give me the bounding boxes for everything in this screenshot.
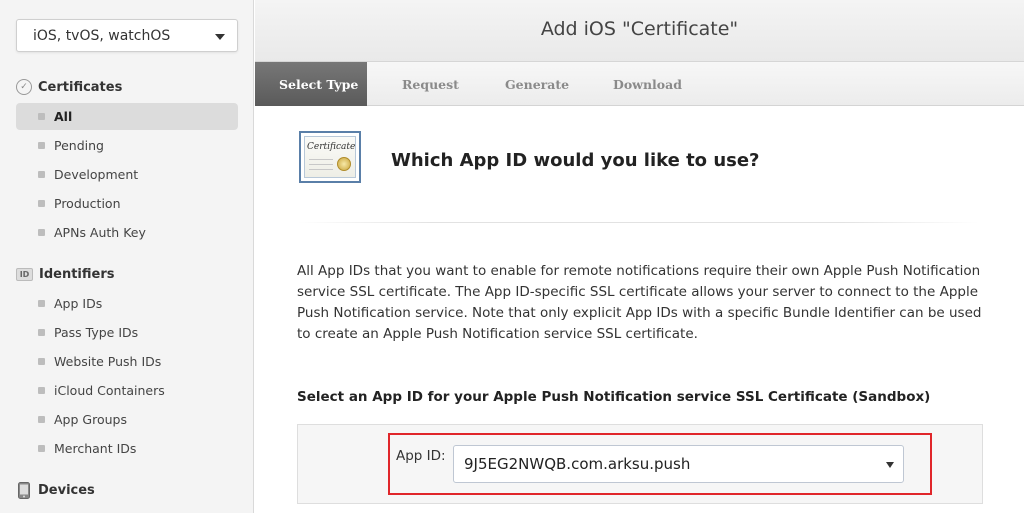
section-title: Certificates bbox=[38, 79, 123, 95]
sidebar-item-all[interactable]: All bbox=[16, 103, 238, 130]
bullet-icon bbox=[38, 445, 45, 452]
bullet-icon bbox=[38, 200, 45, 207]
device-icon bbox=[16, 481, 32, 499]
divider bbox=[297, 222, 979, 223]
platform-select-value: iOS, tvOS, watchOS bbox=[33, 28, 171, 44]
sidebar-item-website-push-ids[interactable]: Website Push IDs bbox=[16, 348, 238, 375]
sidebar-item-label: iCloud Containers bbox=[54, 383, 165, 398]
sidebar-item-merchant-ids[interactable]: Merchant IDs bbox=[16, 435, 238, 462]
sidebar-item-app-ids[interactable]: App IDs bbox=[16, 290, 238, 317]
bullet-icon bbox=[38, 387, 45, 394]
sidebar: iOS, tvOS, watchOS ✓ Certificates All Pe… bbox=[0, 0, 254, 513]
sidebar-item-label: All bbox=[54, 109, 73, 124]
title-bar: Add iOS "Certificate" bbox=[255, 0, 1024, 62]
app-id-select-value: 9J5EG2NWQB.com.arksu.push bbox=[464, 455, 691, 473]
bullet-icon bbox=[38, 142, 45, 149]
bullet-icon bbox=[38, 358, 45, 365]
sidebar-item-label: Pass Type IDs bbox=[54, 325, 139, 340]
app-id-label: App ID: bbox=[396, 448, 446, 464]
sidebar-item-app-groups[interactable]: App Groups bbox=[16, 406, 238, 433]
section-devices: Devices bbox=[16, 480, 95, 500]
certificate-icon: ✓ bbox=[16, 79, 32, 95]
app-id-select[interactable]: 9J5EG2NWQB.com.arksu.push bbox=[453, 445, 904, 483]
certificate-image-text: Certificate bbox=[307, 142, 356, 152]
page-title: Add iOS "Certificate" bbox=[540, 18, 739, 40]
sidebar-item-label: App Groups bbox=[54, 412, 127, 427]
sidebar-item-apns-auth-key[interactable]: APNs Auth Key bbox=[16, 219, 238, 246]
section-certificates: ✓ Certificates bbox=[16, 77, 122, 97]
page-heading: Which App ID would you like to use? bbox=[391, 150, 760, 171]
bullet-icon bbox=[38, 171, 45, 178]
sidebar-item-icloud-containers[interactable]: iCloud Containers bbox=[16, 377, 238, 404]
sidebar-item-label: Production bbox=[54, 196, 121, 211]
step-label: Download bbox=[613, 76, 682, 92]
step-label: Generate bbox=[505, 76, 570, 92]
section-title: Devices bbox=[38, 482, 95, 498]
chevron-down-icon bbox=[886, 462, 894, 468]
sidebar-item-pending[interactable]: Pending bbox=[16, 132, 238, 159]
sidebar-item-development[interactable]: Development bbox=[16, 161, 238, 188]
certificate-icon: Certificate bbox=[299, 131, 361, 183]
bullet-icon bbox=[38, 329, 45, 336]
step-label: Select Type bbox=[279, 76, 359, 92]
bullet-icon bbox=[38, 113, 45, 120]
sidebar-item-label: Development bbox=[54, 167, 139, 182]
bullet-icon bbox=[38, 300, 45, 307]
step-download: Download bbox=[613, 62, 682, 106]
chevron-down-icon bbox=[215, 34, 225, 40]
sidebar-item-label: Pending bbox=[54, 138, 104, 153]
bullet-icon bbox=[38, 416, 45, 423]
step-label: Request bbox=[402, 76, 459, 92]
sidebar-item-pass-type-ids[interactable]: Pass Type IDs bbox=[16, 319, 238, 346]
sidebar-item-label: Merchant IDs bbox=[54, 441, 137, 456]
sidebar-item-label: App IDs bbox=[54, 296, 103, 311]
bullet-icon bbox=[38, 229, 45, 236]
section-identifiers: ID Identifiers bbox=[16, 264, 115, 284]
select-heading: Select an App ID for your Apple Push Not… bbox=[297, 389, 931, 405]
section-title: Identifiers bbox=[39, 266, 115, 282]
seal-icon bbox=[337, 157, 351, 171]
platform-select[interactable]: iOS, tvOS, watchOS bbox=[16, 19, 238, 52]
step-progress: Select Type Request Generate Download bbox=[255, 62, 1024, 106]
step-generate: Generate bbox=[505, 62, 569, 106]
sidebar-item-production[interactable]: Production bbox=[16, 190, 238, 217]
id-badge-icon: ID bbox=[16, 267, 33, 281]
step-request: Request bbox=[402, 62, 459, 106]
sidebar-item-label: APNs Auth Key bbox=[54, 225, 146, 240]
step-select-type: Select Type bbox=[255, 62, 367, 106]
description-text: All App IDs that you want to enable for … bbox=[297, 263, 982, 342]
sidebar-item-label: Website Push IDs bbox=[54, 354, 162, 369]
